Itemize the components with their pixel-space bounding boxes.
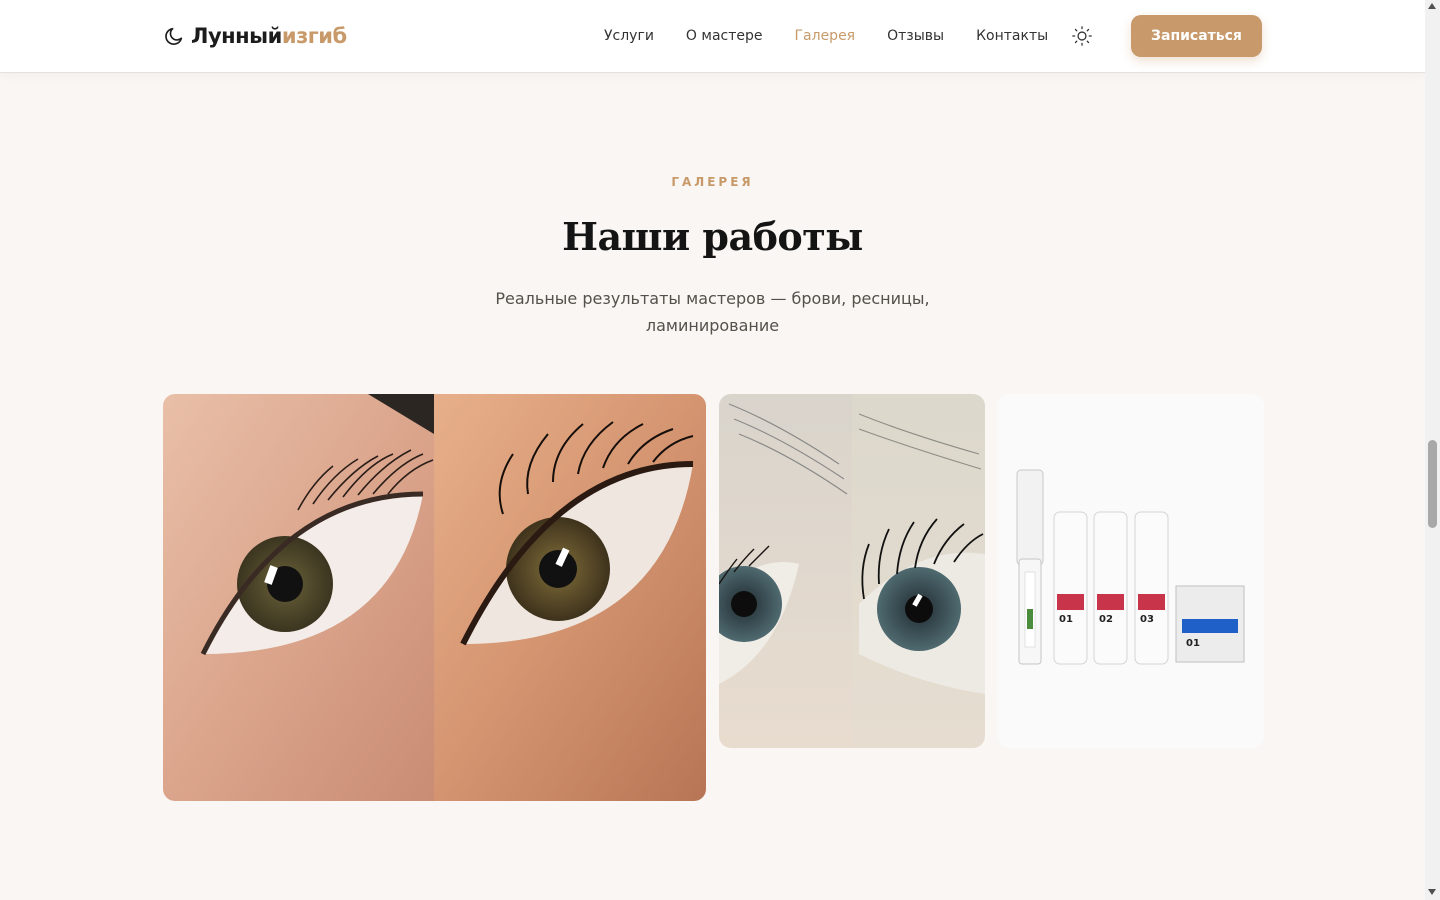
book-button[interactable]: Записаться xyxy=(1131,15,1262,57)
nav-contacts[interactable]: Контакты xyxy=(976,28,1048,44)
page-scrollbar[interactable] xyxy=(1425,0,1440,900)
sachet-label: 01 xyxy=(1186,638,1200,649)
subtitle-line-1: Реальные результаты мастеров — брови, ре… xyxy=(495,289,930,308)
bottle-03-label: 03 xyxy=(1140,614,1154,625)
scroll-up-arrow-icon[interactable] xyxy=(1428,3,1436,9)
scroll-down-arrow-icon[interactable] xyxy=(1428,889,1436,895)
logo-text: Лунныйизгиб xyxy=(191,24,347,48)
section-subtitle: Реальные результаты мастеров — брови, ре… xyxy=(0,285,1425,339)
section-title: Наши работы xyxy=(562,214,863,259)
main-nav: Услуги О мастере Галерея Отзывы Контакты xyxy=(604,0,1080,72)
bottle-02-label: 02 xyxy=(1099,614,1113,625)
gallery-item-lamination-products[interactable]: 01 02 03 01 xyxy=(998,394,1264,748)
logo-primary: Лунный xyxy=(191,24,282,48)
subtitle-line-2: ламинирование xyxy=(645,316,780,335)
sun-icon[interactable] xyxy=(1071,25,1093,47)
bottle-03: 03 xyxy=(1134,511,1169,665)
moon-icon xyxy=(165,27,183,45)
logo-accent: изгиб xyxy=(281,24,347,48)
nav-gallery[interactable]: Галерея xyxy=(795,28,856,44)
lash-closeup-photo xyxy=(719,394,985,748)
nav-reviews[interactable]: Отзывы xyxy=(887,28,944,44)
section-eyebrow: ГАЛЕРЕЯ xyxy=(671,175,754,189)
logo[interactable]: Лунныйизгиб xyxy=(163,22,347,50)
nav-about[interactable]: О мастере xyxy=(686,28,763,44)
scrollbar-thumb[interactable] xyxy=(1428,440,1437,528)
site-header: Лунныйизгиб Услуги О мастере Галерея Отз… xyxy=(0,0,1425,73)
lash-before-after-photo xyxy=(163,394,706,801)
lamination-products-photo: 01 02 03 01 xyxy=(1016,469,1245,665)
bottle-01-label: 01 xyxy=(1059,614,1073,625)
gallery-item-lash-closeup[interactable] xyxy=(719,394,985,748)
bottle-01: 01 xyxy=(1053,511,1088,665)
bottle-02: 02 xyxy=(1093,511,1128,665)
gallery-item-lash-before-after[interactable] xyxy=(163,394,706,801)
nav-services[interactable]: Услуги xyxy=(604,28,654,44)
